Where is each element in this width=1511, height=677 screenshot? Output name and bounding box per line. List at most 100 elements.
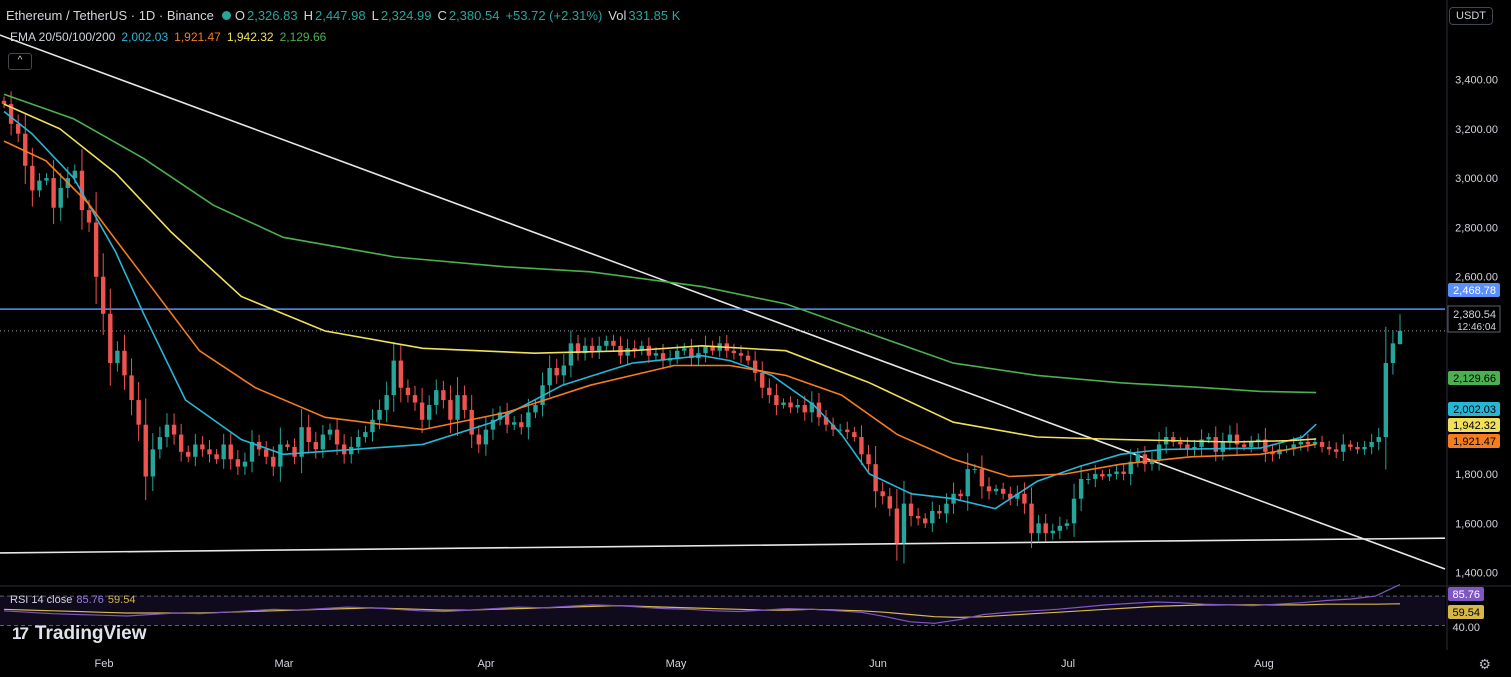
candle-body <box>845 429 850 433</box>
candle-body <box>193 444 198 457</box>
candle-body <box>887 496 892 509</box>
tradingview-logo[interactable]: 17 TradingView <box>12 623 147 645</box>
currency-unit-button[interactable]: USDT <box>1449 7 1493 25</box>
candle-body <box>115 350 120 364</box>
candle-body <box>178 434 184 452</box>
candle-body <box>1078 478 1084 499</box>
rsi-legend[interactable]: RSI 14 close 85.76 59.54 <box>10 594 139 606</box>
candle-body <box>972 469 978 471</box>
candle-body <box>653 353 659 356</box>
candle-body <box>157 437 163 450</box>
candle-body <box>611 340 616 346</box>
candle-body <box>108 313 113 364</box>
candle-body <box>93 222 99 277</box>
candle-body <box>908 503 914 516</box>
candle-body <box>434 390 439 405</box>
candle-body <box>802 404 807 413</box>
x-tick-label: Feb <box>95 658 114 670</box>
candle-body <box>533 404 538 413</box>
x-tick-label: Mar <box>275 658 294 670</box>
ema-legend[interactable]: EMA 20/50/100/200 2,002.03 1,921.47 1,942.3… <box>10 30 332 44</box>
candle-body <box>1156 444 1162 460</box>
price-chart[interactable]: 3,400.00 3,200.00 3,000.00 2,800.00 2,600.00… <box>0 0 1511 677</box>
candle-body <box>320 434 326 450</box>
candle-body <box>554 367 559 376</box>
rsi-ma-value: 59.54 <box>107 594 136 606</box>
y-tick-label: 1,800.00 <box>1455 469 1498 481</box>
trendline-descending <box>0 34 1446 570</box>
y-tick-label: 1,600.00 <box>1455 518 1498 530</box>
candle-body <box>788 402 793 408</box>
ema-label: EMA 20/50/100/200 <box>10 30 116 44</box>
candle-body <box>101 276 106 314</box>
candle-body <box>1043 523 1048 534</box>
candle-body <box>1355 446 1360 450</box>
candle-body <box>207 449 212 455</box>
candle-body <box>1178 441 1183 445</box>
volume-label: Vol <box>608 8 627 23</box>
candle-body <box>426 404 432 420</box>
candle-body <box>15 123 21 134</box>
rsi-badge-text-2: 40.00 <box>1452 622 1480 634</box>
candle-body <box>589 345 595 351</box>
candle-body <box>363 432 368 438</box>
gear-icon[interactable]: ⚙ <box>1478 656 1491 673</box>
candle-body <box>852 432 857 438</box>
logo-text: TradingView <box>34 623 147 644</box>
candle-body <box>547 367 552 386</box>
candle-body <box>760 372 765 388</box>
candle-body <box>398 360 404 388</box>
x-tick-label: Jun <box>869 658 887 670</box>
candle-body <box>1100 474 1105 477</box>
candle-body <box>235 459 241 467</box>
candle-body <box>44 178 49 181</box>
trendline-support <box>0 537 1446 554</box>
candle-body <box>752 360 758 373</box>
candle-body <box>568 343 574 366</box>
candle-body <box>1348 444 1353 447</box>
candle-body <box>1341 444 1346 452</box>
candle-body <box>164 424 170 438</box>
candle-body <box>1142 454 1148 465</box>
candle-body <box>1298 441 1303 445</box>
ema200-line <box>3 93 1317 394</box>
price-badge-ema20-text: 2,002.03 <box>1453 404 1496 416</box>
candle-body <box>958 493 963 497</box>
candle-body <box>979 469 985 487</box>
candle-body <box>1213 437 1218 452</box>
candle-body <box>1050 530 1055 534</box>
symbol-header: Ethereum / TetherUS · 1D · Binance O 2,326… <box>6 8 686 23</box>
candle-body <box>86 210 92 223</box>
candle-body <box>1234 434 1240 445</box>
candle-body <box>292 446 297 457</box>
collapse-legend-button[interactable]: ^ <box>8 53 32 70</box>
candle-body <box>58 187 63 208</box>
ema50-value: 1,921.47 <box>174 30 221 44</box>
candle-body <box>1022 493 1027 504</box>
candle-body <box>993 488 999 492</box>
symbol-title[interactable]: Ethereum / TetherUS · 1D · Binance <box>6 8 214 23</box>
candle-body <box>1362 446 1367 450</box>
candle-body <box>1121 471 1126 475</box>
candle-body <box>441 390 446 401</box>
candle-body <box>271 456 276 467</box>
candle-body <box>419 402 425 420</box>
candle-body <box>1086 478 1091 480</box>
candle-body <box>30 165 35 191</box>
candle-body <box>923 518 928 524</box>
candle-body <box>767 387 772 396</box>
candle-body <box>249 441 255 462</box>
candle-body <box>285 444 290 447</box>
candle-body <box>1107 474 1112 477</box>
ema100-value: 1,942.32 <box>226 30 274 44</box>
candle-body <box>682 348 687 351</box>
y-tick-label: 1,400.00 <box>1455 568 1498 580</box>
candle-body <box>774 395 779 405</box>
candle-body <box>1 100 7 105</box>
candle-body <box>1071 498 1077 524</box>
y-tick-label: 2,600.00 <box>1455 272 1498 284</box>
candle-body <box>1397 330 1403 345</box>
candle-body <box>405 387 411 396</box>
change-value: +53.72 (+2.31%) <box>505 8 603 23</box>
candle-body <box>384 395 389 410</box>
